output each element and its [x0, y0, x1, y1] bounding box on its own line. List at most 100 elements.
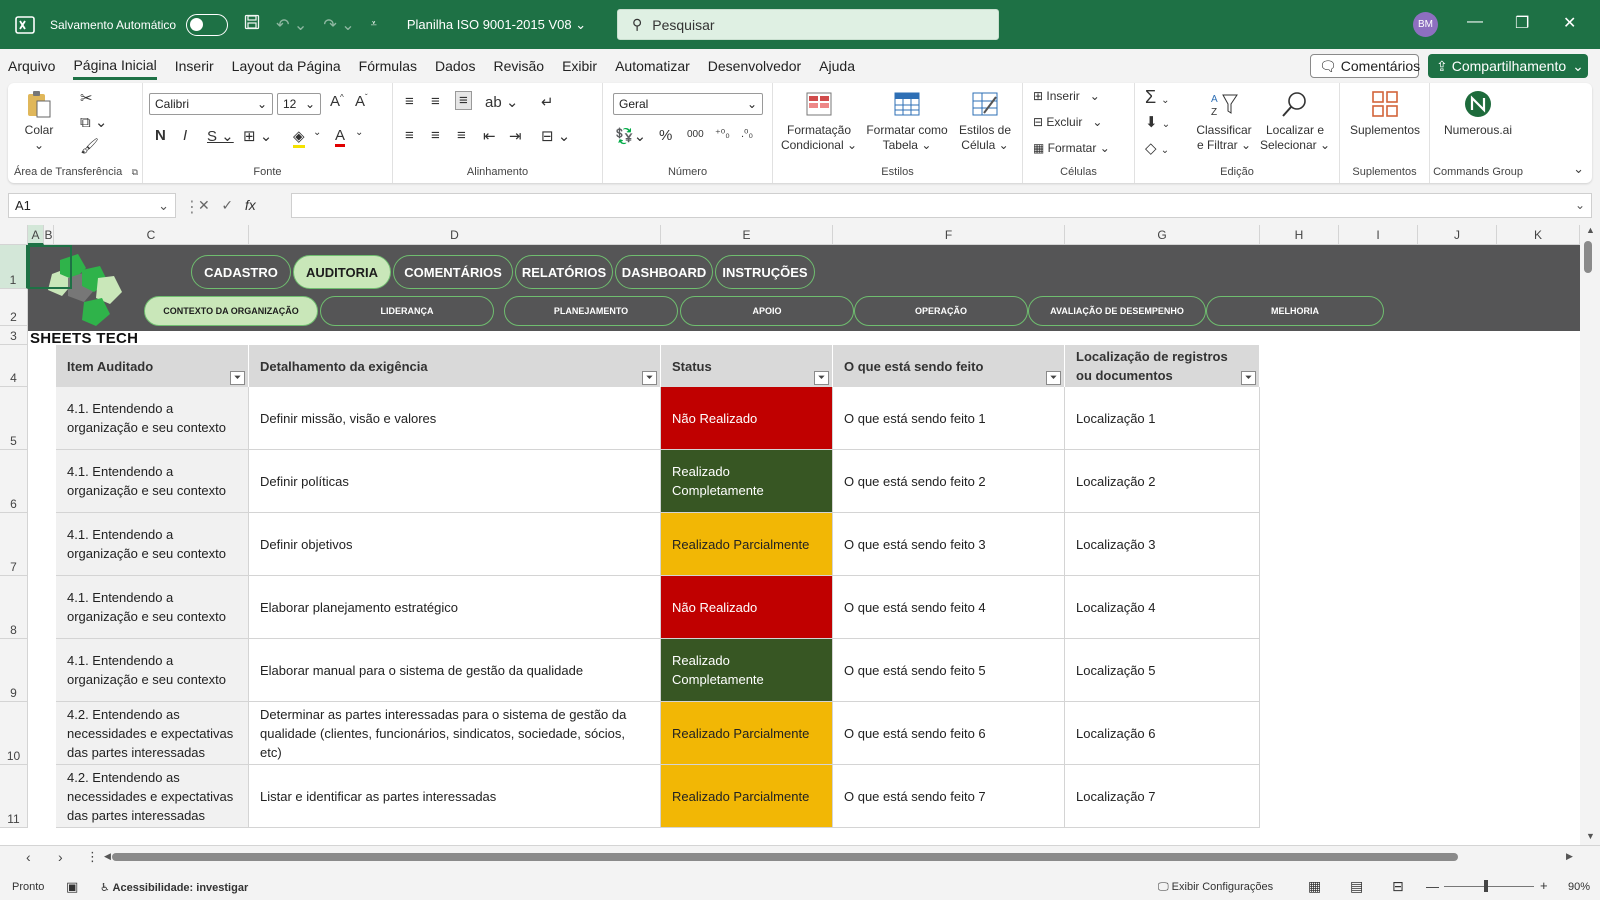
nav-tab-instrucoes[interactable]: INSTRUÇÕES — [715, 255, 815, 289]
addins-button[interactable]: Suplementos — [1344, 89, 1426, 138]
tab-arquivo[interactable]: Arquivo — [8, 54, 55, 78]
share-button[interactable]: ⇪ Compartilhamento ⌄ — [1428, 54, 1588, 78]
active-cell-a1[interactable] — [28, 245, 72, 289]
vertical-scrollbar[interactable] — [1580, 225, 1600, 845]
cell-status[interactable]: Realizado Parcialmente — [661, 513, 833, 576]
tab-dados[interactable]: Dados — [435, 54, 475, 78]
sub-tab-avaliacao[interactable]: AVALIAÇÃO DE DESEMPENHO — [1028, 296, 1206, 326]
cell-localizacao[interactable]: Localização 1 — [1065, 387, 1260, 450]
cell-status[interactable]: Realizado Completamente — [661, 450, 833, 513]
paste-button[interactable]: Colar ⌄ — [22, 89, 56, 153]
row-header-11[interactable]: 11 — [0, 765, 28, 828]
select-all-corner[interactable] — [0, 225, 28, 245]
col-header-e[interactable]: E — [661, 225, 833, 245]
row-header-7[interactable]: 7 — [0, 513, 28, 576]
col-header-h[interactable]: H — [1260, 225, 1339, 245]
cell-detalhamento[interactable]: Elaborar manual para o sistema de gestão… — [249, 639, 661, 702]
cell-status[interactable]: Realizado Parcialmente — [661, 702, 833, 765]
minimize-icon[interactable]: — — [1467, 13, 1483, 31]
row-header-5[interactable]: 5 — [0, 387, 28, 450]
filter-dropdown-icon[interactable]: ⏷ — [230, 371, 245, 385]
save-icon[interactable] — [244, 14, 260, 35]
zoom-slider-thumb[interactable] — [1484, 880, 1488, 892]
name-box[interactable]: A1 ⌄ — [8, 193, 176, 218]
increase-font-icon[interactable]: A^ — [330, 93, 344, 110]
cell-item-auditado[interactable]: 4.2. Entendendo as necessidades e expect… — [56, 765, 249, 828]
cell-styles-button[interactable]: Estilos de Célula ⌄ — [953, 89, 1017, 153]
tab-desenvolvedor[interactable]: Desenvolvedor — [708, 54, 801, 78]
nav-tab-auditoria[interactable]: AUDITORIA — [293, 255, 391, 289]
cell-item-auditado[interactable]: 4.2. Entendendo as necessidades e expect… — [56, 702, 249, 765]
increase-decimal-icon[interactable]: ⁺⁰₀ — [715, 127, 730, 140]
italic-icon[interactable]: I — [183, 127, 187, 144]
cell-o-que-esta-sendo-feito[interactable]: O que está sendo feito 4 — [833, 576, 1065, 639]
underline-icon[interactable]: S ⌄ — [207, 127, 234, 145]
next-sheet-icon[interactable]: › — [58, 849, 63, 865]
currency-icon[interactable]: 💱⌄ — [615, 127, 646, 145]
font-size-select[interactable]: 12 ⌄ — [277, 93, 321, 115]
scroll-up-icon[interactable]: ▲ — [1586, 225, 1595, 235]
cell-detalhamento[interactable]: Determinar as partes interessadas para o… — [249, 702, 661, 765]
redo-icon[interactable]: ↷ ⌄ — [323, 15, 354, 35]
row-header-8[interactable]: 8 — [0, 576, 28, 639]
align-bottom-icon[interactable]: ≡ — [455, 91, 472, 110]
autosave-toggle[interactable] — [186, 13, 229, 36]
col-header-j[interactable]: J — [1418, 225, 1497, 245]
cell-detalhamento[interactable]: Definir objetivos — [249, 513, 661, 576]
filter-dropdown-icon[interactable]: ⏷ — [1241, 371, 1256, 385]
number-format-select[interactable]: Geral ⌄ — [613, 93, 763, 115]
cell-status[interactable]: Não Realizado — [661, 387, 833, 450]
percent-icon[interactable]: % — [659, 127, 672, 144]
tab-inserir[interactable]: Inserir — [175, 54, 214, 78]
fill-icon[interactable]: ⬇ ⌄ — [1145, 113, 1170, 131]
thousands-icon[interactable]: 000 — [687, 129, 704, 140]
insert-cells-button[interactable]: ⊞ Inserir ⌄ — [1033, 89, 1100, 104]
tab-pagina-inicial[interactable]: Página Inicial — [73, 53, 157, 80]
conditional-formatting-button[interactable]: Formatação Condicional ⌄ — [779, 89, 859, 153]
tab-automatizar[interactable]: Automatizar — [615, 54, 690, 78]
cell-status[interactable]: Não Realizado — [661, 576, 833, 639]
dialog-launcher-icon[interactable]: ⧉ — [132, 167, 138, 178]
file-name[interactable]: Planilha ISO 9001-2015 V08 ⌄ — [407, 17, 586, 33]
align-center-icon[interactable]: ≡ — [431, 127, 440, 144]
scroll-right-icon[interactable]: ▶ — [1566, 851, 1573, 862]
tab-formulas[interactable]: Fórmulas — [359, 54, 417, 78]
filter-dropdown-icon[interactable]: ⏷ — [642, 371, 657, 385]
autosum-icon[interactable]: Σ ⌄ — [1145, 87, 1170, 108]
cell-o-que-esta-sendo-feito[interactable]: O que está sendo feito 2 — [833, 450, 1065, 513]
filter-dropdown-icon[interactable]: ⏷ — [1046, 371, 1061, 385]
row-header-9[interactable]: 9 — [0, 639, 28, 702]
accessibility-status[interactable]: ♿ Acessibilidade: investigar — [100, 881, 248, 894]
cell-detalhamento[interactable]: Elaborar planejamento estratégico — [249, 576, 661, 639]
cell-detalhamento[interactable]: Definir missão, visão e valores — [249, 387, 661, 450]
fill-dropdown-icon[interactable]: ⌄ — [313, 127, 321, 138]
align-right-icon[interactable]: ≡ — [457, 127, 466, 144]
cell-o-que-esta-sendo-feito[interactable]: O que está sendo feito 5 — [833, 639, 1065, 702]
font-color-dropdown-icon[interactable]: ⌄ — [355, 127, 363, 138]
cell-o-que-esta-sendo-feito[interactable]: O que está sendo feito 3 — [833, 513, 1065, 576]
cell-localizacao[interactable]: Localização 6 — [1065, 702, 1260, 765]
format-painter-icon[interactable]: 🖌 — [80, 137, 99, 155]
sub-tab-planejamento[interactable]: PLANEJAMENTO — [504, 296, 678, 326]
cell-localizacao[interactable]: Localização 2 — [1065, 450, 1260, 513]
find-select-button[interactable]: Localizar e Selecionar ⌄ — [1259, 89, 1331, 153]
tab-ajuda[interactable]: Ajuda — [819, 54, 855, 78]
cell-localizacao[interactable]: Localização 7 — [1065, 765, 1260, 828]
format-cells-button[interactable]: ▦ Formatar ⌄ — [1033, 141, 1110, 156]
macro-record-icon[interactable]: ▣ — [66, 879, 78, 895]
page-layout-icon[interactable]: ▤ — [1350, 878, 1363, 895]
col-header-k[interactable]: K — [1497, 225, 1580, 245]
nav-tab-comentarios[interactable]: COMENTÁRIOS — [393, 255, 513, 289]
bold-icon[interactable]: N — [155, 127, 166, 144]
align-left-icon[interactable]: ≡ — [405, 127, 414, 144]
sub-tab-operacao[interactable]: OPERAÇÃO — [854, 296, 1028, 326]
cell-item-auditado[interactable]: 4.1. Entendendo a organização e seu cont… — [56, 576, 249, 639]
delete-cells-button[interactable]: ⊟ Excluir ⌄ — [1033, 115, 1102, 130]
tab-layout[interactable]: Layout da Página — [232, 54, 341, 78]
row-header-6[interactable]: 6 — [0, 450, 28, 513]
avatar[interactable]: BM — [1413, 12, 1438, 37]
cell-localizacao[interactable]: Localização 4 — [1065, 576, 1260, 639]
cell-item-auditado[interactable]: 4.1. Entendendo a organização e seu cont… — [56, 450, 249, 513]
row-header-1[interactable]: 1 — [0, 245, 28, 289]
cut-icon[interactable]: ✂ — [80, 89, 93, 107]
